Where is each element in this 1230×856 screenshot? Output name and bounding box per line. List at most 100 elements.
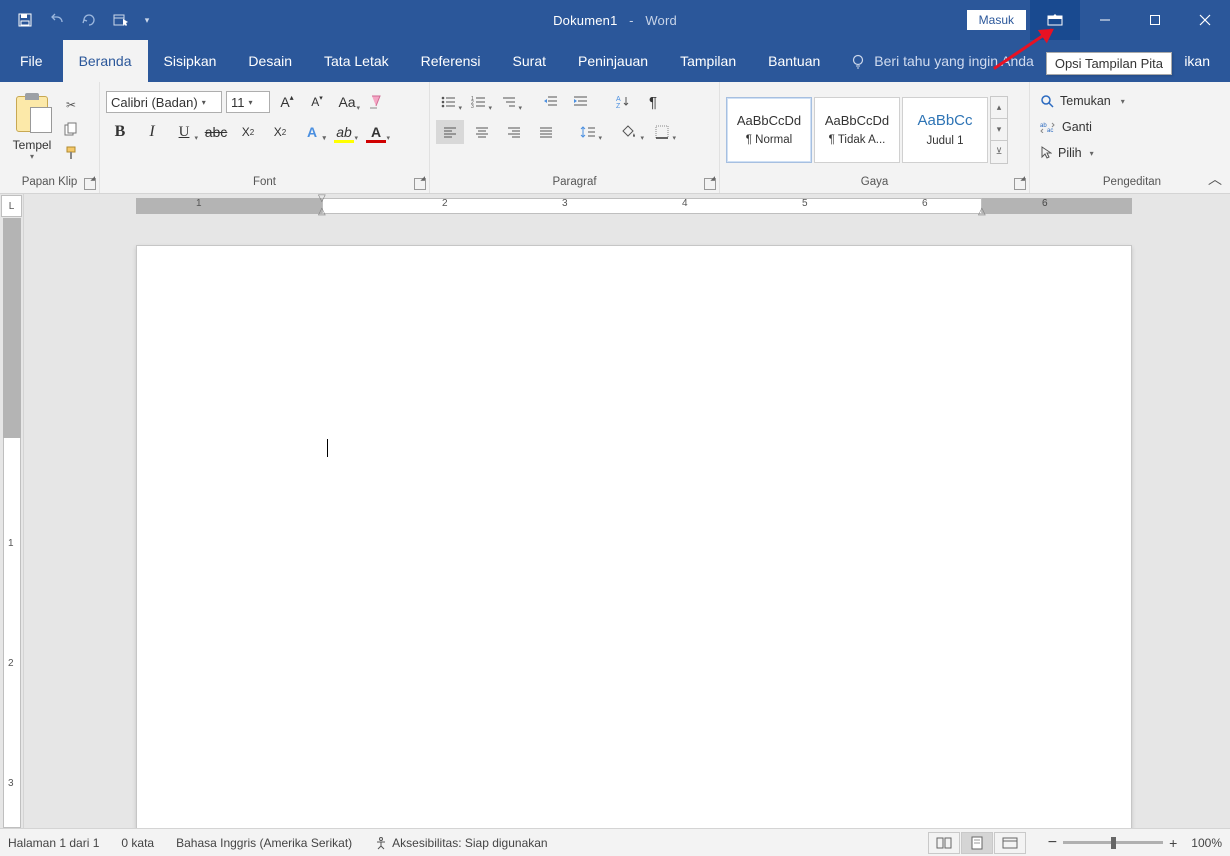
sort-button[interactable]: AZ <box>610 90 636 114</box>
styles-group-label: Gaya <box>861 176 889 188</box>
right-indent-marker[interactable]: △ <box>978 206 986 217</box>
svg-text:Z: Z <box>616 103 621 109</box>
web-layout-button[interactable] <box>994 832 1026 854</box>
font-group-label: Font <box>253 176 276 188</box>
tab-references[interactable]: Referensi <box>405 40 497 82</box>
line-spacing-button[interactable]: ▾ <box>574 120 602 144</box>
signin-button[interactable]: Masuk <box>967 10 1026 30</box>
share-suffix[interactable]: ikan <box>1174 53 1220 69</box>
numbering-button[interactable]: 123▾ <box>466 90 492 114</box>
shading-button[interactable]: ▾ <box>616 120 644 144</box>
text-effects-button[interactable]: A▾ <box>298 120 326 144</box>
font-size-combo[interactable]: 11▾ <box>226 91 270 113</box>
svg-text:A: A <box>616 96 621 103</box>
replace-icon: abac <box>1040 121 1056 133</box>
document-page[interactable] <box>136 245 1132 828</box>
undo-icon[interactable] <box>42 5 72 35</box>
tab-review[interactable]: Peninjauan <box>562 40 664 82</box>
print-layout-button[interactable] <box>961 832 993 854</box>
status-page[interactable]: Halaman 1 dari 1 <box>8 836 99 850</box>
tab-insert[interactable]: Sisipkan <box>148 40 233 82</box>
clipboard-group-label: Papan Klip <box>22 176 78 188</box>
lightbulb-icon <box>850 53 866 69</box>
style-normal[interactable]: AaBbCcDd ¶ Normal <box>726 97 812 163</box>
copy-icon[interactable] <box>62 120 80 138</box>
justify-button[interactable] <box>532 120 560 144</box>
align-right-button[interactable] <box>500 120 528 144</box>
format-painter-icon[interactable] <box>62 144 80 162</box>
redo-icon[interactable] <box>74 5 104 35</box>
zoom-in-button[interactable]: + <box>1169 835 1177 851</box>
highlight-button[interactable]: ab▾ <box>330 120 358 144</box>
tab-file[interactable]: File <box>0 40 63 82</box>
clear-format-icon[interactable] <box>364 90 390 114</box>
window-title: Dokumen1 - Word <box>553 13 677 28</box>
tab-design[interactable]: Desain <box>232 40 308 82</box>
hanging-indent-marker[interactable]: △ <box>318 206 326 217</box>
tab-selector[interactable]: L <box>1 195 22 217</box>
qat-more-icon[interactable]: ▾ <box>138 5 156 35</box>
increase-font-icon[interactable]: A▴ <box>274 90 300 114</box>
cursor-icon <box>1040 146 1052 160</box>
read-mode-button[interactable] <box>928 832 960 854</box>
close-button[interactable] <box>1180 0 1230 40</box>
style-heading1[interactable]: AaBbCc Judul 1 <box>902 97 988 163</box>
horizontal-ruler[interactable]: 1 2 3 4 5 6 6 6 ▽ △ △ <box>24 195 1230 217</box>
style-no-spacing[interactable]: AaBbCcDd ¶ Tidak A... <box>814 97 900 163</box>
zoom-slider[interactable] <box>1063 841 1163 844</box>
minimize-button[interactable] <box>1080 0 1130 40</box>
paragraph-launcher[interactable] <box>704 178 716 190</box>
superscript-button[interactable]: X2 <box>266 120 294 144</box>
font-name-combo[interactable]: Calibri (Badan)▾ <box>106 91 222 113</box>
tab-home[interactable]: Beranda <box>63 40 148 82</box>
strike-button[interactable]: abc <box>202 120 230 144</box>
clipboard-launcher[interactable] <box>84 178 96 190</box>
cut-icon[interactable]: ✂ <box>62 96 80 114</box>
select-button[interactable]: Pilih▾ <box>1040 142 1094 164</box>
status-words[interactable]: 0 kata <box>121 836 154 850</box>
font-color-button[interactable]: A▾ <box>362 120 390 144</box>
styles-scrollbar[interactable]: ▴▾⊻ <box>990 96 1008 164</box>
show-marks-button[interactable]: ¶ <box>640 90 666 114</box>
paste-button[interactable]: Tempel ▾ <box>6 96 58 161</box>
save-icon[interactable] <box>10 5 40 35</box>
decrease-font-icon[interactable]: A▾ <box>304 90 330 114</box>
tab-view[interactable]: Tampilan <box>664 40 752 82</box>
search-icon <box>1040 94 1054 108</box>
bold-button[interactable]: B <box>106 120 134 144</box>
zoom-out-button[interactable]: − <box>1048 834 1057 852</box>
change-case-icon[interactable]: Aa▾ <box>334 90 360 114</box>
status-accessibility[interactable]: Aksesibilitas: Siap digunakan <box>374 836 547 850</box>
accessibility-icon <box>374 836 388 850</box>
replace-button[interactable]: abac Ganti <box>1040 116 1092 138</box>
increase-indent-button[interactable] <box>568 90 594 114</box>
font-launcher[interactable] <box>414 178 426 190</box>
styles-launcher[interactable] <box>1014 178 1026 190</box>
paste-label: Tempel <box>13 132 52 152</box>
svg-text:3: 3 <box>471 104 474 109</box>
zoom-level[interactable]: 100% <box>1191 836 1222 850</box>
paste-icon <box>16 96 48 132</box>
bullets-button[interactable]: ▾ <box>436 90 462 114</box>
align-center-button[interactable] <box>468 120 496 144</box>
decrease-indent-button[interactable] <box>538 90 564 114</box>
collapse-ribbon-icon[interactable]: ︿ <box>1208 169 1222 189</box>
tab-help[interactable]: Bantuan <box>752 40 836 82</box>
find-button[interactable]: Temukan▾ <box>1040 90 1125 112</box>
tab-layout[interactable]: Tata Letak <box>308 40 405 82</box>
maximize-button[interactable] <box>1130 0 1180 40</box>
tab-mailings[interactable]: Surat <box>497 40 562 82</box>
status-language[interactable]: Bahasa Inggris (Amerika Serikat) <box>176 836 352 850</box>
underline-button[interactable]: U▾ <box>170 120 198 144</box>
italic-button[interactable]: I <box>138 120 166 144</box>
align-left-button[interactable] <box>436 120 464 144</box>
subscript-button[interactable]: X2 <box>234 120 262 144</box>
vertical-ruler[interactable]: L 1 2 3 <box>0 194 24 828</box>
paragraph-group-label: Paragraf <box>552 176 596 188</box>
multilevel-button[interactable]: ▾ <box>496 90 522 114</box>
editing-group-label: Pengeditan <box>1103 176 1161 188</box>
touch-icon[interactable] <box>106 5 136 35</box>
borders-button[interactable]: ▾ <box>648 120 676 144</box>
first-line-indent-marker[interactable]: ▽ <box>318 194 326 204</box>
text-cursor <box>327 439 328 457</box>
